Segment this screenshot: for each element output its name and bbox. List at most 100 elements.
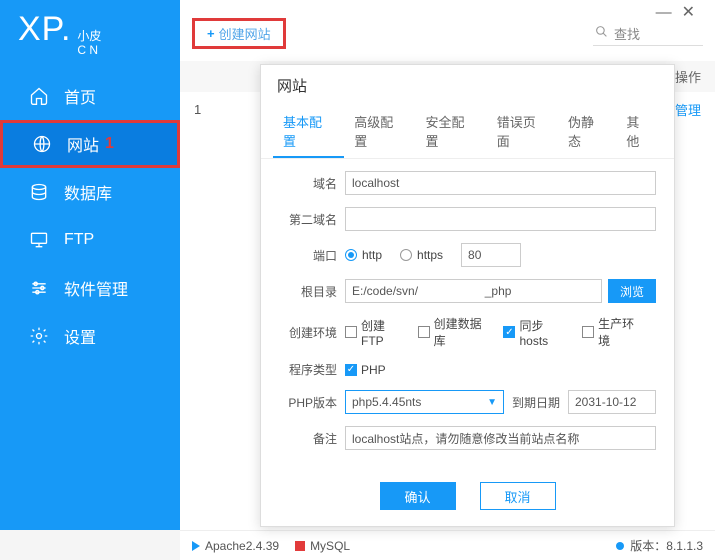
checkbox-off-icon <box>345 326 357 338</box>
expire-input[interactable] <box>568 390 656 414</box>
logo-sub-bottom: C N <box>77 43 101 57</box>
nav-ftp-label: FTP <box>64 231 94 249</box>
checkbox-on-icon: ✓ <box>345 364 357 376</box>
chk-create-ftp[interactable]: 创建FTP <box>345 317 408 348</box>
chk-sync-hosts-label: 同步hosts <box>519 317 572 348</box>
tab-rewrite[interactable]: 伪静态 <box>558 106 616 158</box>
label-create-env: 创建环境 <box>279 324 337 341</box>
gear-icon <box>28 325 50 347</box>
chk-php-label: PHP <box>361 363 386 377</box>
logo: XP. 小皮 C N <box>0 0 180 72</box>
php-version-select[interactable]: php5.4.45nts ▼ <box>345 390 504 414</box>
nav-settings-label: 设置 <box>64 324 96 348</box>
search-input[interactable]: 查找 <box>593 22 703 46</box>
root-input[interactable] <box>345 279 602 303</box>
home-icon <box>28 85 50 107</box>
radio-http[interactable]: http <box>345 248 382 262</box>
caret-down-icon: ▼ <box>487 397 497 408</box>
label-root: 根目录 <box>279 283 337 300</box>
nav-software-label: 软件管理 <box>64 276 128 300</box>
radio-https-label: https <box>417 248 443 262</box>
dialog-form: 域名 第二域名 端口 http https 根目录 浏览 创建环境 创建FTP … <box>261 159 674 470</box>
chk-sync-hosts[interactable]: ✓ 同步hosts <box>503 317 572 348</box>
logo-sub: 小皮 C N <box>77 29 101 58</box>
nav-database[interactable]: 数据库 <box>0 168 180 216</box>
close-button[interactable]: ✕ <box>682 4 705 21</box>
sliders-icon <box>28 277 50 299</box>
label-php-version: PHP版本 <box>279 394 337 411</box>
chk-create-db-label: 创建数据库 <box>434 315 494 349</box>
radio-dot-off-icon <box>400 249 412 261</box>
site-dialog: 网站 基本配置 高级配置 安全配置 错误页面 伪静态 其他 域名 第二域名 端口… <box>260 64 675 527</box>
label-second-domain: 第二域名 <box>279 211 337 228</box>
search-placeholder: 查找 <box>614 24 640 43</box>
tab-error[interactable]: 错误页面 <box>487 106 558 158</box>
chk-create-ftp-label: 创建FTP <box>361 317 408 348</box>
nav-home[interactable]: 首页 <box>0 72 180 120</box>
php-version-value: php5.4.45nts <box>352 395 421 409</box>
logo-text: XP. <box>18 10 71 49</box>
chk-prod-env-label: 生产环境 <box>598 315 646 349</box>
dialog-tabs: 基本配置 高级配置 安全配置 错误页面 伪静态 其他 <box>261 106 674 159</box>
toolbar: + 创建网站 查找 <box>180 18 715 55</box>
radio-http-label: http <box>362 248 382 262</box>
nav-site[interactable]: 网站 1 <box>0 120 180 168</box>
nav-ftp[interactable]: FTP <box>0 216 180 264</box>
monitor-icon <box>28 229 50 251</box>
window-controls: —✕ <box>656 2 705 22</box>
chk-prod-env[interactable]: 生产环境 <box>582 315 646 349</box>
radio-dot-on-icon <box>345 249 357 261</box>
minimize-button[interactable]: — <box>656 4 682 21</box>
logo-sub-top: 小皮 <box>77 29 101 43</box>
tab-other[interactable]: 其他 <box>616 106 662 158</box>
label-port: 端口 <box>279 247 337 264</box>
dialog-title: 网站 <box>261 65 674 106</box>
nav-site-label: 网站 <box>67 132 99 156</box>
dialog-buttons: 确认 取消 <box>261 470 674 526</box>
sidebar: XP. 小皮 C N 首页 网站 1 数据库 FTP 软件管理 设置 <box>0 0 180 530</box>
tab-advanced[interactable]: 高级配置 <box>344 106 415 158</box>
nav-site-number: 1 <box>105 135 114 153</box>
version-label: 版本： <box>630 537 666 554</box>
service-mysql[interactable]: MySQL <box>295 539 350 553</box>
mysql-label: MySQL <box>310 539 350 553</box>
checkbox-off-icon <box>418 326 430 338</box>
second-domain-input[interactable] <box>345 207 656 231</box>
col-operation: 操作 <box>675 70 701 85</box>
cancel-button[interactable]: 取消 <box>480 482 556 510</box>
nav-settings[interactable]: 设置 <box>0 312 180 360</box>
radio-https[interactable]: https <box>400 248 443 262</box>
chk-php[interactable]: ✓ PHP <box>345 363 386 377</box>
remark-input[interactable] <box>345 426 656 450</box>
version-value: 8.1.1.3 <box>666 539 703 553</box>
stop-icon <box>295 541 305 551</box>
label-expire: 到期日期 <box>512 394 560 411</box>
create-site-label: 创建网站 <box>219 24 271 43</box>
status-bar: Apache2.4.39 MySQL 版本：8.1.1.3 <box>180 530 715 560</box>
row-index: 1 <box>194 102 230 117</box>
browse-button[interactable]: 浏览 <box>608 279 656 303</box>
play-icon <box>192 541 200 551</box>
nav-software[interactable]: 软件管理 <box>0 264 180 312</box>
nav-home-label: 首页 <box>64 84 96 108</box>
label-domain: 域名 <box>279 175 337 192</box>
chk-create-db[interactable]: 创建数据库 <box>418 315 494 349</box>
port-input[interactable] <box>461 243 521 267</box>
service-apache[interactable]: Apache2.4.39 <box>192 539 279 553</box>
tab-security[interactable]: 安全配置 <box>415 106 486 158</box>
apache-label: Apache2.4.39 <box>205 539 279 553</box>
checkbox-on-icon: ✓ <box>503 326 515 338</box>
version-info: 版本：8.1.1.3 <box>616 537 703 554</box>
checkbox-off-icon <box>582 326 594 338</box>
nav-database-label: 数据库 <box>64 180 112 204</box>
domain-input[interactable] <box>345 171 656 195</box>
label-remark: 备注 <box>279 430 337 447</box>
confirm-button[interactable]: 确认 <box>380 482 456 510</box>
plus-icon: + <box>207 26 215 41</box>
create-site-button[interactable]: + 创建网站 <box>195 21 283 46</box>
search-icon <box>595 25 608 41</box>
label-prog-type: 程序类型 <box>279 361 337 378</box>
manage-link[interactable]: 管理 <box>675 100 701 119</box>
globe-icon <box>31 133 53 155</box>
tab-basic[interactable]: 基本配置 <box>273 106 344 158</box>
